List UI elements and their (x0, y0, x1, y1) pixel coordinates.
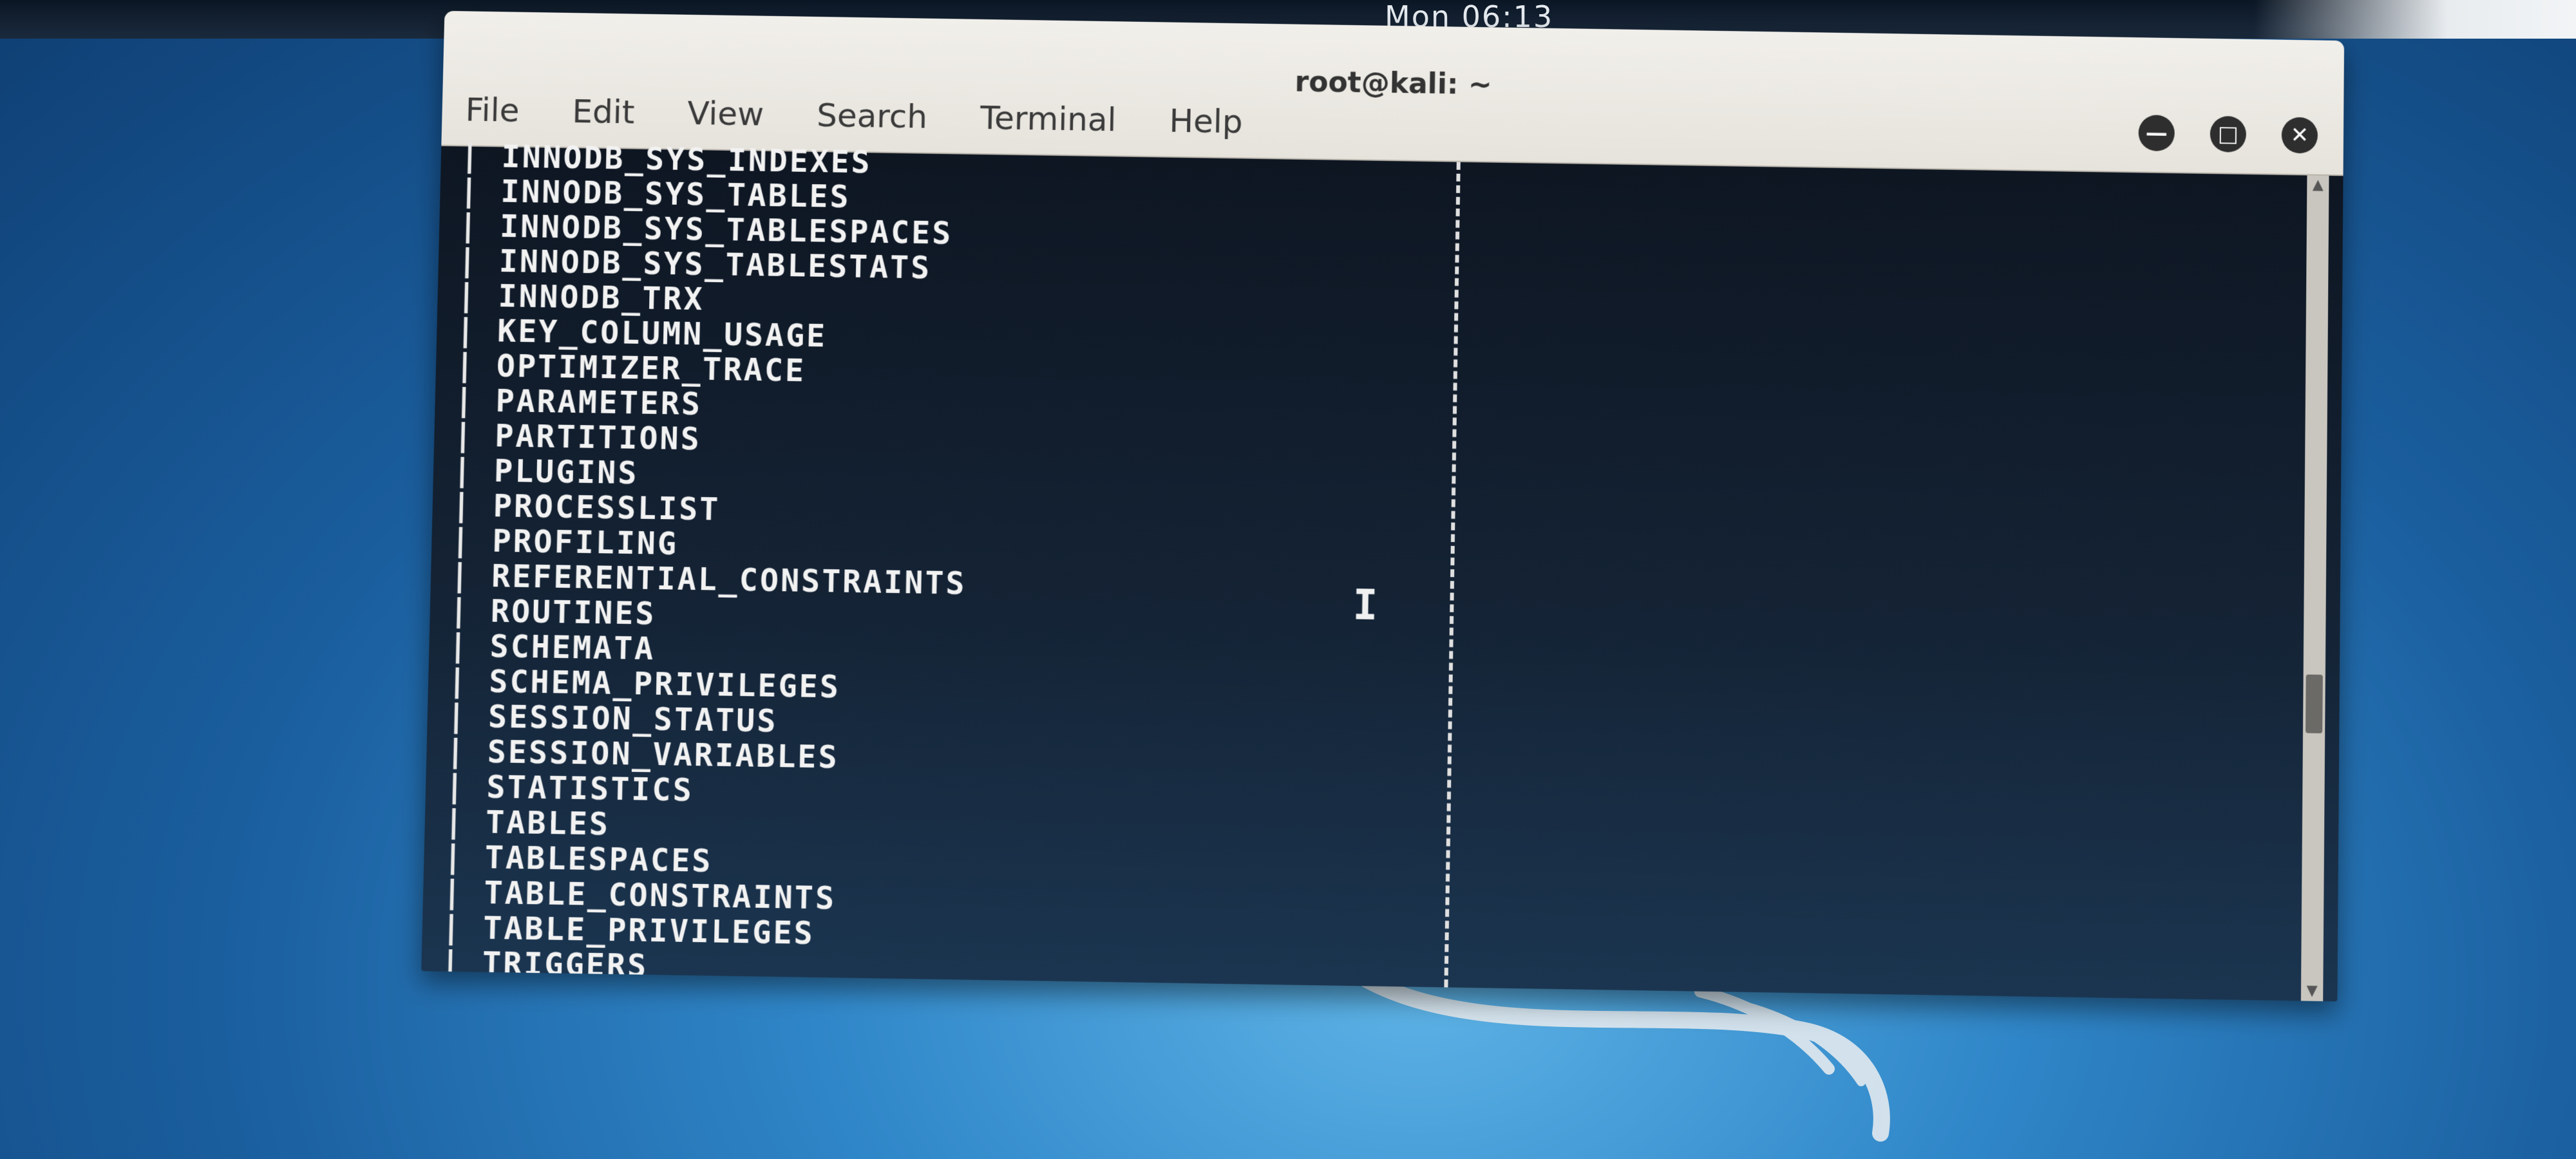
table-border-pipe: | (444, 804, 486, 841)
scroll-down-icon[interactable]: ▼ (2301, 981, 2324, 1001)
table-name: PLUGINS (494, 453, 639, 491)
table-border-pipe: | (445, 768, 488, 806)
table-border-pipe: | (441, 909, 484, 947)
table-border-pipe: | (448, 663, 490, 700)
table-border-pipe: | (451, 487, 493, 524)
menu-edit[interactable]: Edit (568, 90, 639, 134)
menu-view[interactable]: View (683, 92, 768, 136)
menu-terminal[interactable]: Terminal (976, 97, 1121, 142)
table-border-pipe: | (457, 278, 498, 314)
terminal-window[interactable]: root@kali: ~ File Edit View Search Termi… (421, 11, 2344, 1001)
maximize-icon[interactable]: □ (2210, 116, 2247, 153)
table-name: PARAMETERS (495, 383, 702, 422)
table-name: ROUTINES (490, 593, 656, 632)
table-name: SESSION_STATUS (488, 699, 778, 740)
scroll-up-icon[interactable]: ▲ (2307, 175, 2329, 195)
table-border-pipe: | (456, 312, 498, 349)
table-border-pipe: | (446, 698, 489, 735)
table-name: INNODB_TRX (498, 278, 705, 317)
text-cursor-icon: I (1352, 581, 1378, 630)
table-border-pipe: | (453, 417, 495, 454)
table-border-pipe: | (442, 874, 485, 911)
table-name: PARTITIONS (495, 418, 701, 457)
table-name: STATISTICS (486, 769, 694, 809)
menu-help[interactable]: Help (1165, 99, 1247, 143)
terminal-output-area[interactable]: | INNODB_SYS_INDEXES | INNODB_SYS_TABLES… (421, 146, 2343, 1001)
table-border-pipe: | (450, 558, 492, 595)
table-border-pipe: | (446, 733, 488, 770)
table-border-pipe: | (454, 382, 496, 419)
table-name: TABLES (486, 804, 611, 843)
terminal-scrollbar[interactable]: ▲ ▼ (2301, 175, 2329, 1001)
menu-bar: File Edit View Search Terminal Help (461, 88, 1247, 143)
table-name: SCHEMATA (489, 628, 656, 668)
table-name: PROCESSLIST (493, 488, 721, 528)
menu-file[interactable]: File (461, 88, 524, 132)
close-icon[interactable]: ✕ (2282, 117, 2318, 154)
table-border-pipe: | (449, 592, 491, 630)
table-name: TABLESPACES (484, 840, 713, 880)
table-border-pipe: | (457, 243, 499, 279)
table-border-pipe: | (448, 628, 490, 665)
table-name: PROFILING (492, 523, 679, 562)
window-controls: — □ ✕ (2138, 115, 2318, 153)
table-border-pipe: | (451, 522, 493, 559)
panel-glare (2254, 0, 2576, 39)
menu-search[interactable]: Search (812, 94, 931, 138)
table-border-pipe: | (460, 138, 502, 174)
minimize-icon[interactable]: — (2138, 115, 2175, 151)
scrollbar-thumb[interactable] (2306, 674, 2323, 733)
table-border-pipe: | (459, 208, 500, 245)
table-name: OPTIMIZER_TRACE (496, 348, 806, 389)
table-border-pipe: | (455, 347, 497, 384)
table-border-pipe: | (452, 452, 494, 489)
table-border-pipe: | (459, 173, 501, 209)
table-border-pipe: | (443, 839, 486, 876)
terminal-lines: | INNODB_SYS_INDEXES | INNODB_SYS_TABLES… (440, 138, 1750, 1001)
